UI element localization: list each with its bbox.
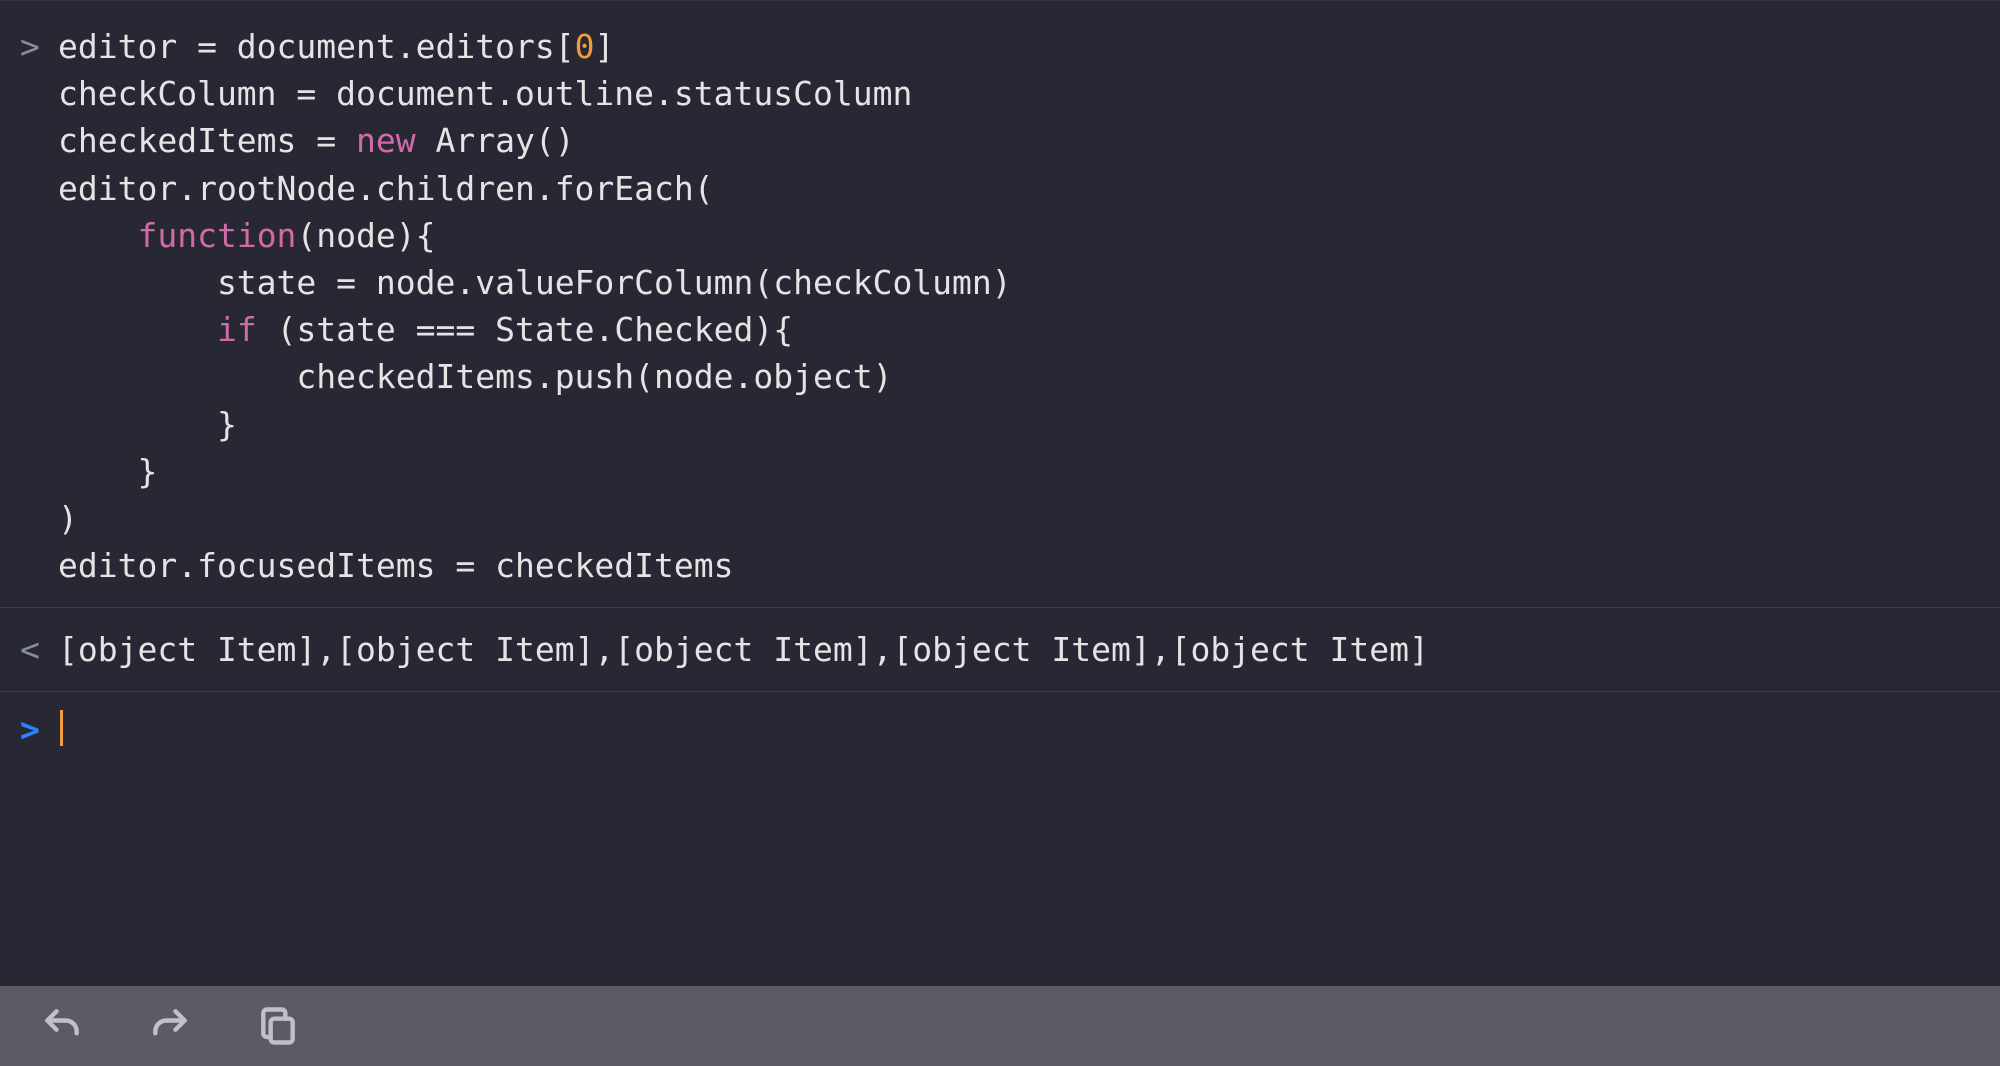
console-input-entry: editor = document.editors[0] checkColumn… xyxy=(0,0,2000,607)
toolbar xyxy=(0,986,2000,1066)
copy-button[interactable] xyxy=(254,1002,302,1050)
redo-button[interactable] xyxy=(146,1002,194,1050)
console-output-text: [object Item],[object Item],[object Item… xyxy=(58,626,1980,673)
copy-icon xyxy=(256,1004,300,1048)
redo-icon xyxy=(148,1004,192,1048)
input-marker xyxy=(20,23,58,70)
console-prompt-entry[interactable] xyxy=(0,691,2000,767)
console-output-entry: [object Item],[object Item],[object Item… xyxy=(0,607,2000,691)
console-prompt-input[interactable] xyxy=(58,706,1980,753)
text-caret xyxy=(60,710,63,746)
undo-button[interactable] xyxy=(38,1002,86,1050)
console: editor = document.editors[0] checkColumn… xyxy=(0,0,2000,1066)
undo-icon xyxy=(40,1004,84,1048)
output-marker xyxy=(20,626,58,673)
console-input-code: editor = document.editors[0] checkColumn… xyxy=(58,23,1980,589)
prompt-marker xyxy=(20,706,58,753)
